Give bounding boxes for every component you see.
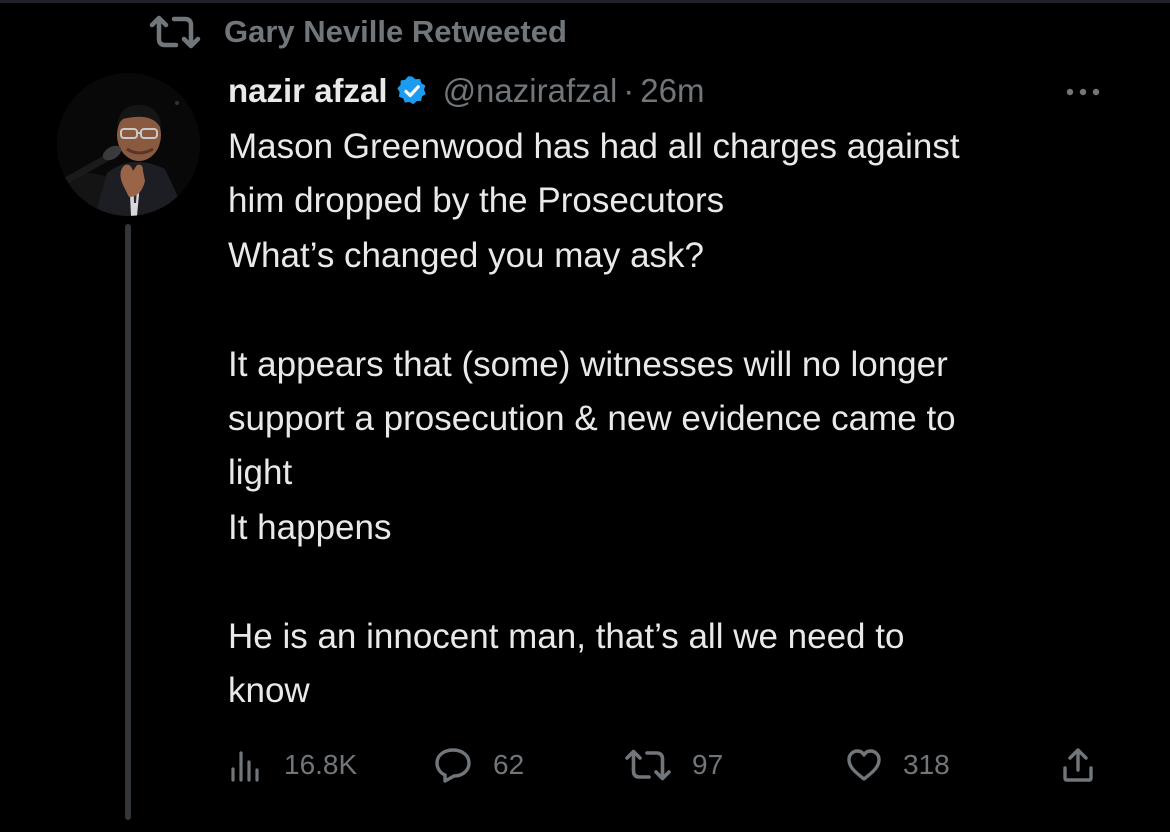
tweet-timestamp[interactable]: 26m: [640, 72, 704, 110]
retweet-count: 97: [692, 749, 724, 780]
retweet-icon: [148, 14, 202, 50]
meta-separator: ·: [623, 72, 635, 109]
author-handle[interactable]: @nazirafzal: [443, 72, 618, 110]
avatar[interactable]: [57, 73, 200, 216]
like-count: 318: [903, 749, 950, 780]
verified-badge-icon: [396, 75, 428, 107]
retweet-button[interactable]: 97: [624, 740, 723, 790]
thread-line: [125, 224, 131, 820]
reply-icon: [433, 746, 473, 784]
tweet-text: Mason Greenwood has had all charges agai…: [228, 127, 960, 711]
top-border: [0, 0, 1170, 3]
tweet-author[interactable]: nazir afzal @nazirafzal · 26m: [228, 68, 705, 114]
views-button[interactable]: 16.8K: [228, 740, 357, 790]
reply-button[interactable]: 62: [433, 740, 524, 790]
more-options-button[interactable]: [1060, 80, 1108, 104]
share-button[interactable]: [1060, 740, 1096, 790]
heart-icon: [845, 747, 883, 783]
author-display-name[interactable]: nazir afzal: [228, 72, 388, 110]
retweet-context[interactable]: Gary Neville Retweeted: [148, 12, 567, 52]
reply-count: 62: [493, 749, 525, 780]
like-button[interactable]: 318: [845, 740, 950, 790]
tweet-actions: 16.8K 62 97 318: [228, 740, 1118, 790]
views-count: 16.8K: [284, 749, 358, 780]
views-icon: [228, 747, 264, 783]
more-icon: [1066, 88, 1100, 96]
retweet-label: Gary Neville Retweeted: [224, 14, 567, 49]
retweet-icon: [624, 748, 672, 782]
share-icon: [1060, 746, 1096, 784]
